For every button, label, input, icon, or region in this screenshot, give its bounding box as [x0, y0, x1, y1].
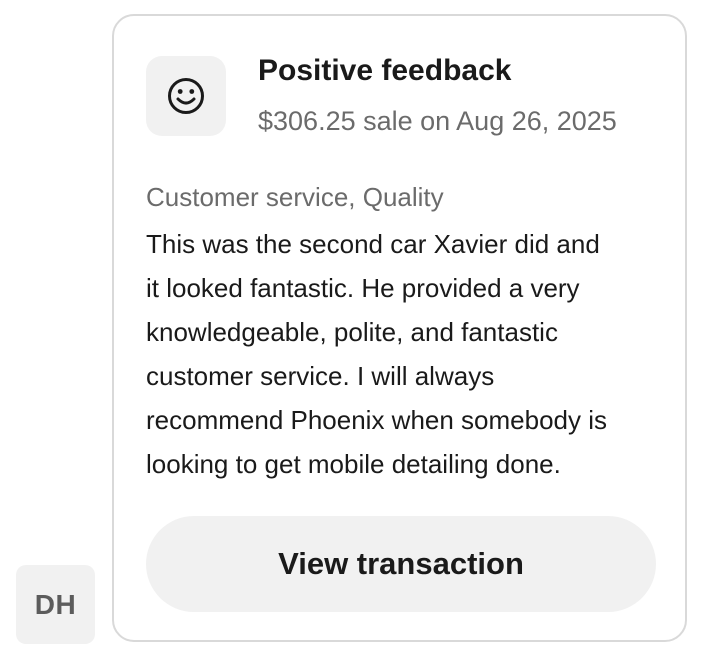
- feedback-comment: This was the second car Xavier did and i…: [146, 222, 666, 486]
- feedback-card: Positive feedback $306.25 sale on Aug 26…: [112, 14, 687, 642]
- feedback-title: Positive feedback: [258, 54, 512, 87]
- avatar: DH: [16, 565, 95, 644]
- comment-line: recommend Phoenix when somebody is: [146, 405, 608, 435]
- feedback-tags: Customer service, Quality: [146, 182, 444, 212]
- comment-line: knowledgeable, polite, and fantastic: [146, 317, 558, 347]
- smiley-face-icon: [168, 78, 204, 114]
- view-transaction-button[interactable]: View transaction: [146, 516, 656, 612]
- feedback-icon-tile: [146, 56, 226, 136]
- comment-line: looking to get mobile detailing done.: [146, 449, 561, 479]
- sale-summary: $306.25 sale on Aug 26, 2025: [258, 106, 617, 136]
- comment-line: This was the second car Xavier did and: [146, 229, 600, 259]
- comment-line: customer service. I will always: [146, 361, 495, 391]
- avatar-initials: DH: [34, 588, 77, 620]
- comment-line: it looked fantastic. He provided a very: [146, 273, 580, 303]
